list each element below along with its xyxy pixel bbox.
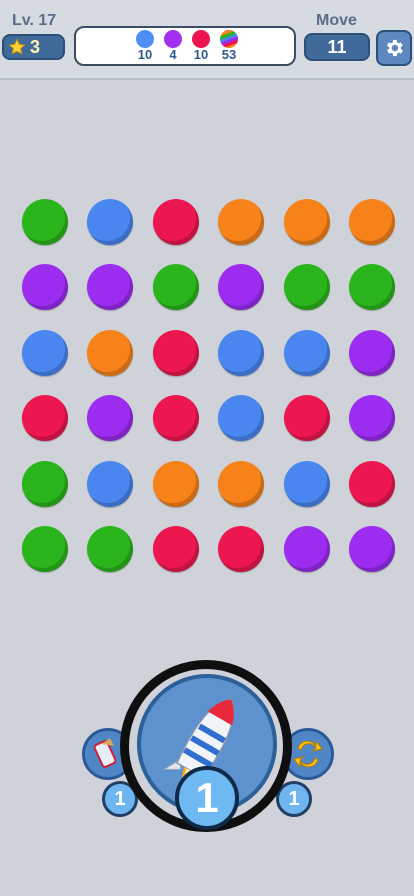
- dot-orange[interactable]: [87, 329, 134, 376]
- goal-rainbow-count: 53: [221, 47, 237, 62]
- star-counter: 3: [2, 34, 65, 60]
- star-icon: [8, 38, 26, 55]
- goal-red-count: 10: [193, 47, 209, 62]
- goal-rainbow: 53: [214, 30, 244, 62]
- dot-orange[interactable]: [283, 199, 330, 245]
- dot-green[interactable]: [22, 199, 68, 245]
- dot-purple[interactable]: [349, 329, 395, 376]
- dot-red[interactable]: [152, 199, 199, 245]
- dot-orange[interactable]: [152, 460, 199, 507]
- dot-blue[interactable]: [87, 460, 134, 507]
- goal-blue: 10: [130, 30, 160, 62]
- dot-green[interactable]: [283, 264, 330, 311]
- goal-rainbow-dot: [220, 30, 238, 48]
- settings-button[interactable]: [376, 30, 412, 66]
- goal-blue-dot: [136, 30, 154, 48]
- dot-orange[interactable]: [218, 199, 265, 245]
- dot-purple[interactable]: [283, 526, 330, 572]
- dot-purple[interactable]: [349, 526, 395, 572]
- dot-red[interactable]: [349, 460, 395, 507]
- goal-red-dot: [192, 30, 210, 48]
- dot-blue[interactable]: [283, 460, 330, 507]
- goal-blue-count: 10: [137, 47, 153, 62]
- dot-purple[interactable]: [87, 264, 134, 311]
- goal-panel: 10 4 10 53: [74, 26, 296, 66]
- dot-orange[interactable]: [218, 460, 265, 507]
- dot-blue[interactable]: [218, 395, 265, 442]
- star-count: 3: [30, 37, 41, 57]
- goal-purple-dot: [164, 30, 182, 48]
- dot-purple[interactable]: [87, 395, 134, 442]
- dot-purple[interactable]: [22, 264, 68, 311]
- dot-blue[interactable]: [283, 329, 330, 376]
- goal-purple-count: 4: [169, 47, 177, 62]
- move-counter: 11: [304, 33, 370, 61]
- goal-purple: 4: [158, 30, 188, 62]
- goal-red: 10: [186, 30, 216, 62]
- dot-purple[interactable]: [349, 395, 395, 442]
- level-label: Lv. 17: [12, 12, 57, 29]
- dot-green[interactable]: [22, 460, 68, 507]
- dot-purple[interactable]: [218, 264, 265, 311]
- dot-green[interactable]: [349, 264, 395, 311]
- dot-blue[interactable]: [218, 329, 265, 376]
- dot-blue[interactable]: [22, 329, 68, 376]
- dot-red[interactable]: [152, 395, 199, 442]
- dot-orange[interactable]: [349, 199, 395, 245]
- dot-red[interactable]: [152, 329, 199, 376]
- top-bar: Lv. 17 3 10 4 10 53 Move 11: [0, 0, 414, 80]
- dot-green[interactable]: [87, 526, 134, 572]
- dot-red[interactable]: [22, 395, 68, 442]
- dot-red[interactable]: [218, 526, 265, 572]
- booster-rocket-count: 1: [175, 766, 239, 830]
- dot-red[interactable]: [283, 395, 330, 442]
- gear-icon: [387, 39, 403, 57]
- dot-green[interactable]: [152, 264, 199, 311]
- move-label: Move: [316, 12, 357, 29]
- dot-blue[interactable]: [87, 199, 134, 245]
- dot-green[interactable]: [22, 526, 68, 572]
- dot-red[interactable]: [152, 526, 199, 572]
- shuffle-icon: [293, 739, 323, 769]
